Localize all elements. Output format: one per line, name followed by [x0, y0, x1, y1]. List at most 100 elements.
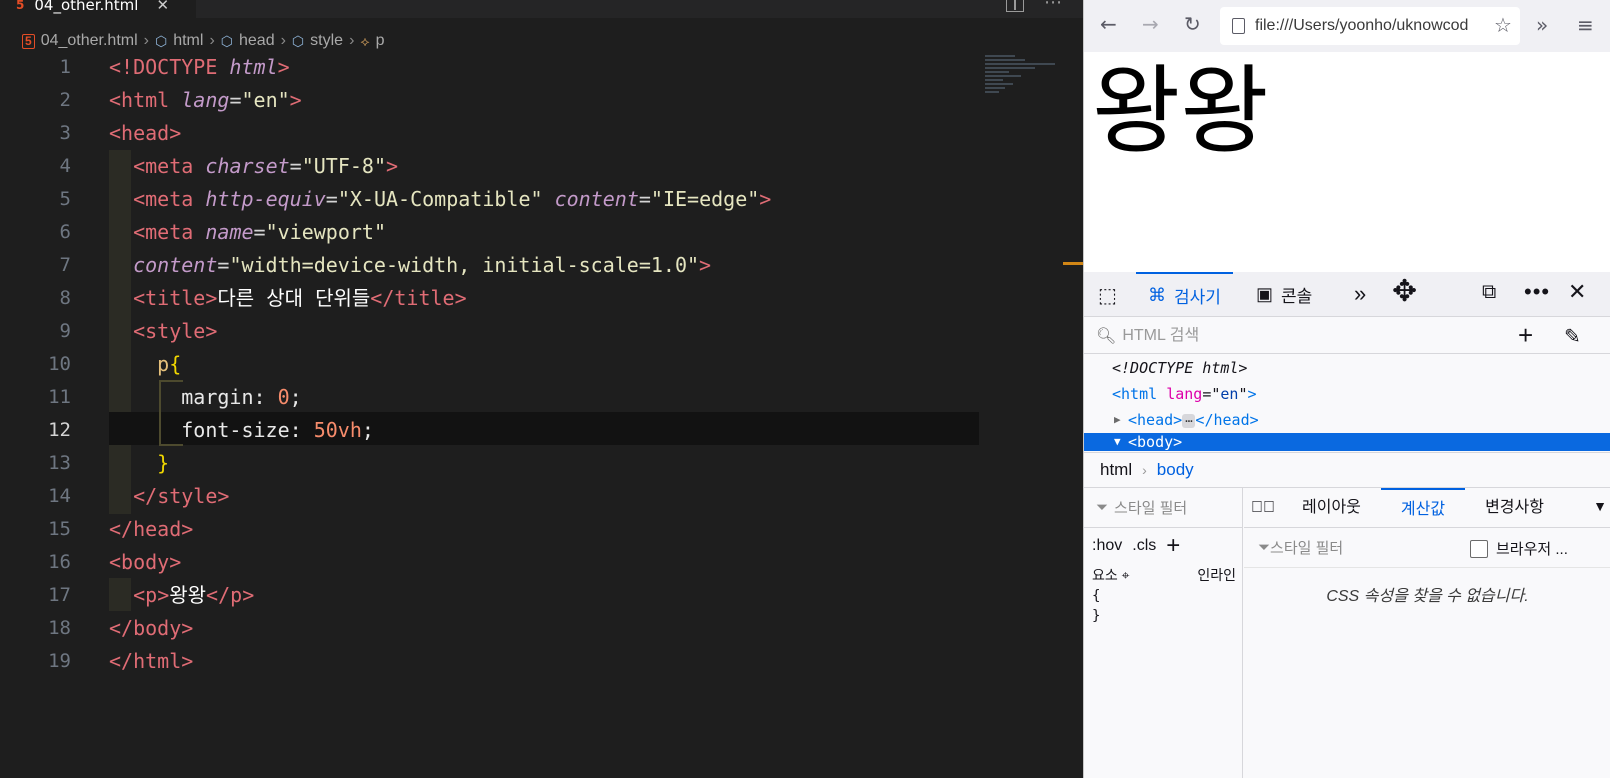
eyedropper-icon[interactable]: ✎ [1564, 324, 1581, 349]
more-actions-icon[interactable]: ⋯ [1044, 0, 1062, 13]
rule-open-brace: { [1092, 588, 1101, 604]
breadcrumb-p[interactable]: p [376, 32, 385, 50]
crumb-body[interactable]: body [1157, 460, 1194, 480]
element-picker-icon[interactable]: ⬚ [1098, 283, 1117, 308]
tag-token: body [133, 616, 182, 640]
tree-row-html[interactable]: <html lang="en"> [1084, 381, 1610, 407]
tag-name: head [1137, 411, 1174, 429]
add-rule-icon[interactable]: + [1166, 532, 1180, 560]
expand-triangle-icon[interactable]: ▶ [1114, 407, 1121, 433]
line-number: 19 [48, 650, 71, 672]
tree-row-body[interactable]: ▼ <body> [1084, 433, 1610, 451]
code-line: <meta charset="UTF-8"> [133, 154, 399, 178]
tree-row-doctype[interactable]: <!DOCTYPE html> [1084, 355, 1610, 381]
line-number: 18 [48, 617, 71, 639]
code-line: <html lang="en"> [109, 88, 302, 112]
text-token: 왕왕 [169, 583, 207, 607]
breadcrumb-style[interactable]: style [310, 32, 343, 50]
resize-handle-icon[interactable]: ✥ [1392, 274, 1417, 309]
add-node-icon[interactable]: + [1518, 320, 1533, 351]
tag-token: head [121, 121, 170, 145]
html-search-input[interactable] [1122, 326, 1503, 345]
tab-layout[interactable]: 레이아웃 [1282, 488, 1381, 528]
element-icon: ⬡ [220, 32, 233, 49]
code-line: } [157, 451, 170, 475]
hov-toggle[interactable]: :hov [1092, 537, 1122, 555]
code-line-current: font-size: 50vh; [181, 418, 374, 442]
page-paragraph: 왕왕 [1092, 55, 1269, 167]
attr-token: charset [205, 154, 290, 178]
cls-toggle[interactable]: .cls [1132, 537, 1156, 555]
tag-token: title [145, 286, 206, 310]
rule-close-brace: } [1092, 608, 1101, 624]
more-options-icon[interactable]: ••• [1524, 279, 1550, 305]
code-line: <head> [109, 121, 182, 145]
tag-token: title [394, 286, 455, 310]
doctype-node: <!DOCTYPE html> [1112, 359, 1248, 377]
attr-token: http-equiv [205, 187, 326, 211]
close-devtools-icon[interactable]: ✕ [1568, 279, 1586, 305]
line-number: 7 [59, 254, 71, 276]
css-value-token: 0 [277, 385, 290, 409]
reload-icon[interactable]: ↻ [1184, 12, 1201, 36]
url-text: file:///Users/yoonho/uknowcod [1255, 17, 1469, 34]
computed-tab-bar: ▸⃞ 레이아웃 계산값 변경사항 ▼ [1244, 487, 1610, 528]
menu-icon[interactable]: ≡ [1577, 13, 1594, 37]
collapsed-dots-icon[interactable]: ⋯ [1182, 414, 1196, 428]
style-filter[interactable]: ⏷ 스타일 필터 [1084, 488, 1242, 528]
close-icon[interactable]: ✕ [156, 0, 169, 14]
html5-icon: 5 [16, 0, 25, 12]
devtools-tab-bar: ⬚ ⌘ 검사기 ▣ 콘솔 » ✥ ⧉ ••• ✕ [1084, 272, 1610, 317]
forward-arrow-icon[interactable]: → [1142, 12, 1159, 36]
overflow-chevron-icon[interactable]: » [1536, 13, 1548, 37]
browser-window: ← → ↻ file:///Users/yoonho/uknowcod ☆ » … [1083, 0, 1610, 778]
sidebar-toggle-icon[interactable]: ▸⃞ [1244, 499, 1282, 517]
tag-token: html [133, 649, 182, 673]
tag-name: body [1137, 433, 1174, 451]
css-property-token: margin [181, 385, 254, 409]
target-icon[interactable]: ⌖ [1122, 567, 1130, 583]
browser-styles-label: 브라우저 ... [1496, 541, 1568, 558]
attr-token: name [205, 220, 254, 244]
code-line: <!DOCTYPE html> [109, 55, 290, 79]
tree-row-head[interactable]: ▶ <head> ⋯ </head> [1084, 407, 1610, 433]
breadcrumb-head[interactable]: head [239, 32, 275, 50]
scrollbar-marker [1063, 262, 1083, 265]
collapse-triangle-icon[interactable]: ▼ [1114, 433, 1121, 451]
tag-token: p [230, 583, 243, 607]
code-line: <title>다른 상대 단위들</title> [133, 286, 467, 310]
line-number: 5 [59, 188, 71, 210]
bookmark-star-icon[interactable]: ☆ [1494, 13, 1512, 37]
breadcrumb-html[interactable]: html [173, 32, 203, 50]
dock-icon[interactable]: ⧉ [1482, 281, 1496, 304]
back-arrow-icon[interactable]: ← [1100, 12, 1117, 36]
computed-filter[interactable]: ⏷ 스타일 필터 브라우저 ... [1244, 528, 1610, 568]
tag-token: style [145, 319, 206, 343]
tab-inspector-label: 검사기 [1174, 288, 1221, 307]
tag-token: meta [145, 220, 194, 244]
dropdown-arrow-icon[interactable]: ▼ [1593, 498, 1607, 514]
tab-changes[interactable]: 변경사항 [1465, 488, 1564, 528]
breadcrumb-file[interactable]: 04_other.html [41, 32, 138, 50]
editor-tab[interactable]: 5 04_other.html ✕ [0, 0, 196, 18]
tag-token: style [157, 484, 218, 508]
element-icon: ⬡ [154, 32, 168, 49]
split-editor-icon[interactable] [1006, 0, 1024, 12]
tab-computed[interactable]: 계산값 [1380, 487, 1466, 528]
line-number: 3 [59, 122, 71, 144]
crumb-html[interactable]: html [1100, 460, 1132, 480]
tab-console-label: 콘솔 [1281, 287, 1313, 306]
more-tabs-chevron-icon[interactable]: » [1354, 281, 1366, 307]
devtools-breadcrumb: html › body [1084, 452, 1610, 488]
tag-token: html [121, 88, 170, 112]
filter-icon: ⏷ [1258, 539, 1271, 556]
page-content: 왕왕 [1084, 52, 1610, 272]
page-icon [1232, 18, 1245, 34]
code-area[interactable]: <!DOCTYPE html> <html lang="en"> <head> … [109, 51, 979, 678]
browser-styles-checkbox[interactable]: 브라우저 ... [1470, 538, 1568, 559]
address-bar[interactable]: file:///Users/yoonho/uknowcod [1220, 7, 1520, 45]
tab-console[interactable]: ▣ 콘솔 [1244, 272, 1324, 317]
tab-inspector[interactable]: ⌘ 검사기 [1136, 272, 1233, 317]
checkbox-box[interactable] [1470, 539, 1488, 558]
minimap[interactable] [985, 55, 1065, 101]
